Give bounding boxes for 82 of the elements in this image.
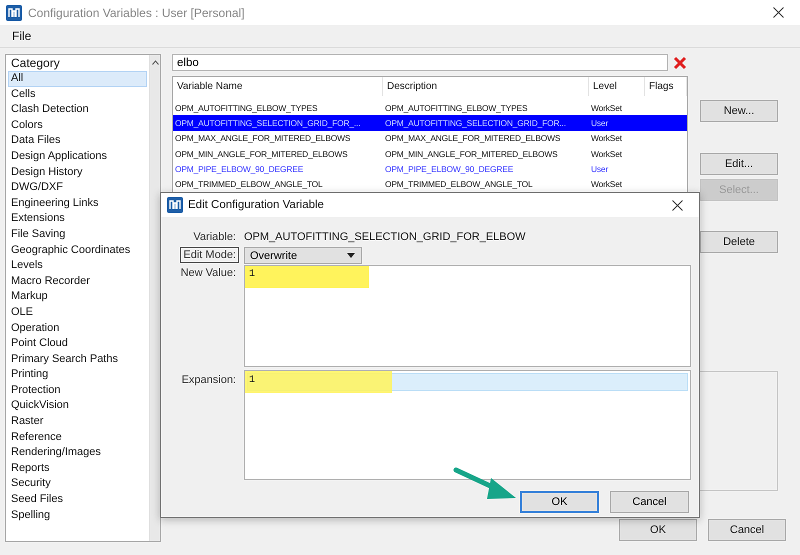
table-cell[interactable]: User [589,118,610,128]
table-cell[interactable]: WorkSet [589,102,624,113]
table-cell[interactable]: WorkSet [589,179,624,190]
menu-item[interactable]: File [8,29,36,43]
table-cell[interactable]: OPM_TRIMMED_ELBOW_ANGLE_TOL [173,179,325,190]
category-item[interactable]: Spelling [8,508,147,524]
column-header[interactable]: Description [383,77,589,96]
category-item[interactable]: Reports [8,460,147,476]
category-item[interactable]: Protection [8,382,147,398]
window-title: Configuration Variables : User [Personal] [28,6,246,20]
action-button[interactable]: New... [700,100,778,122]
clear-icon[interactable] [673,56,687,70]
close-button[interactable] [669,197,685,213]
category-item[interactable]: Rendering/Images [8,445,147,461]
dialog-button[interactable]: OK [619,519,697,541]
table-cell[interactable]: OPM_AUTOFITTING_ELBOW_TYPES [173,102,320,113]
category-item[interactable]: Design History [8,164,147,180]
category-item[interactable]: Raster [8,414,147,430]
table-cell[interactable]: OPM_AUTOFITTING_ELBOW_TYPES [383,102,530,113]
action-button[interactable]: Delete [700,231,778,253]
category-item[interactable]: Data Files [8,133,147,149]
pointer-arrow [454,468,516,499]
field-label: Variable: [192,230,237,245]
table-cell[interactable]: OPM_PIPE_ELBOW_90_DEGREE [383,164,516,174]
category-item[interactable]: Cells [8,86,147,102]
search-field[interactable]: elbo [172,54,668,71]
table-cell[interactable]: WorkSet [589,148,624,159]
category-item[interactable]: Security [8,476,147,492]
app-icon [167,197,183,213]
edit-mode-dropdown[interactable]: Overwrite [244,247,362,264]
category-item[interactable]: Geographic Coordinates [8,242,147,258]
column-header[interactable]: Flags [645,77,687,96]
table-cell[interactable]: OPM_AUTOFITTING_SELECTION_GRID_FOR_... [173,118,362,128]
category-item[interactable]: Clash Detection [8,102,147,118]
column-header[interactable]: Variable Name [173,77,383,96]
action-button[interactable]: Edit... [700,153,778,175]
category-item[interactable]: Reference [8,430,147,446]
caret-icon [347,253,355,258]
field-label: Edit Mode: [180,247,239,263]
category-item[interactable]: Printing [8,367,147,383]
field-value: 1 [248,268,256,282]
new-value-field[interactable]: 1 [244,265,691,367]
category-item[interactable]: Operation [8,320,147,336]
table-cell[interactable]: OPM_MIN_ANGLE_FOR_MITERED_ELBOWS [173,148,350,159]
category-item[interactable]: Engineering Links [8,196,147,212]
expansion-field[interactable]: 1 [244,370,691,480]
table-cell[interactable]: OPM_AUTOFITTING_SELECTION_GRID_FOR... [383,118,568,128]
category-item[interactable]: File Saving [8,226,147,243]
table-cell[interactable]: OPM_PIPE_ELBOW_90_DEGREE [173,164,306,174]
category-item[interactable]: Macro Recorder [8,274,147,290]
category-item[interactable]: Primary Search Paths [8,352,147,368]
category-item[interactable]: Levels [8,258,147,274]
scroll-up-icon[interactable] [152,60,158,65]
category-item[interactable]: All [8,71,147,87]
dialog-title: Edit Configuration Variable [188,199,325,211]
table-cell[interactable]: OPM_MAX_ANGLE_FOR_MITERED_ELBOWS [173,133,352,144]
category-item[interactable]: OLE [8,304,147,320]
field-label: Expansion: [180,373,237,388]
close-button[interactable] [770,4,786,20]
field-value: 1 [248,374,256,388]
dialog-button[interactable]: OK [520,491,599,513]
variable-name: OPM_AUTOFITTING_SELECTION_GRID_FOR_ELBOW [244,230,527,245]
category-item[interactable]: Colors [8,118,147,134]
category-item[interactable]: Point Cloud [8,336,147,352]
category-item[interactable]: Extensions [8,211,147,227]
category-item[interactable]: Markup [8,289,147,305]
field-label: New Value: [180,266,237,281]
table-cell[interactable]: OPM_MIN_ANGLE_FOR_MITERED_ELBOWS [383,148,560,159]
scrollbar[interactable] [149,55,160,541]
category-item[interactable]: Seed Files [8,492,147,508]
table-cell[interactable]: User [589,164,610,174]
list-header: Category [10,55,61,71]
dialog-button[interactable]: Cancel [708,519,786,541]
category-item[interactable]: Design Applications [8,148,147,165]
category-item[interactable]: QuickVision [8,398,147,414]
category-item[interactable]: DWG/DXF [8,180,147,196]
table-cell[interactable]: OPM_TRIMMED_ELBOW_ANGLE_TOL [383,179,535,190]
app-icon [6,4,22,20]
table-cell[interactable]: OPM_MAX_ANGLE_FOR_MITERED_ELBOWS [383,133,562,144]
dialog-button[interactable]: Cancel [610,491,689,513]
column-header[interactable]: Level [589,77,645,96]
table-cell[interactable]: WorkSet [589,133,624,144]
